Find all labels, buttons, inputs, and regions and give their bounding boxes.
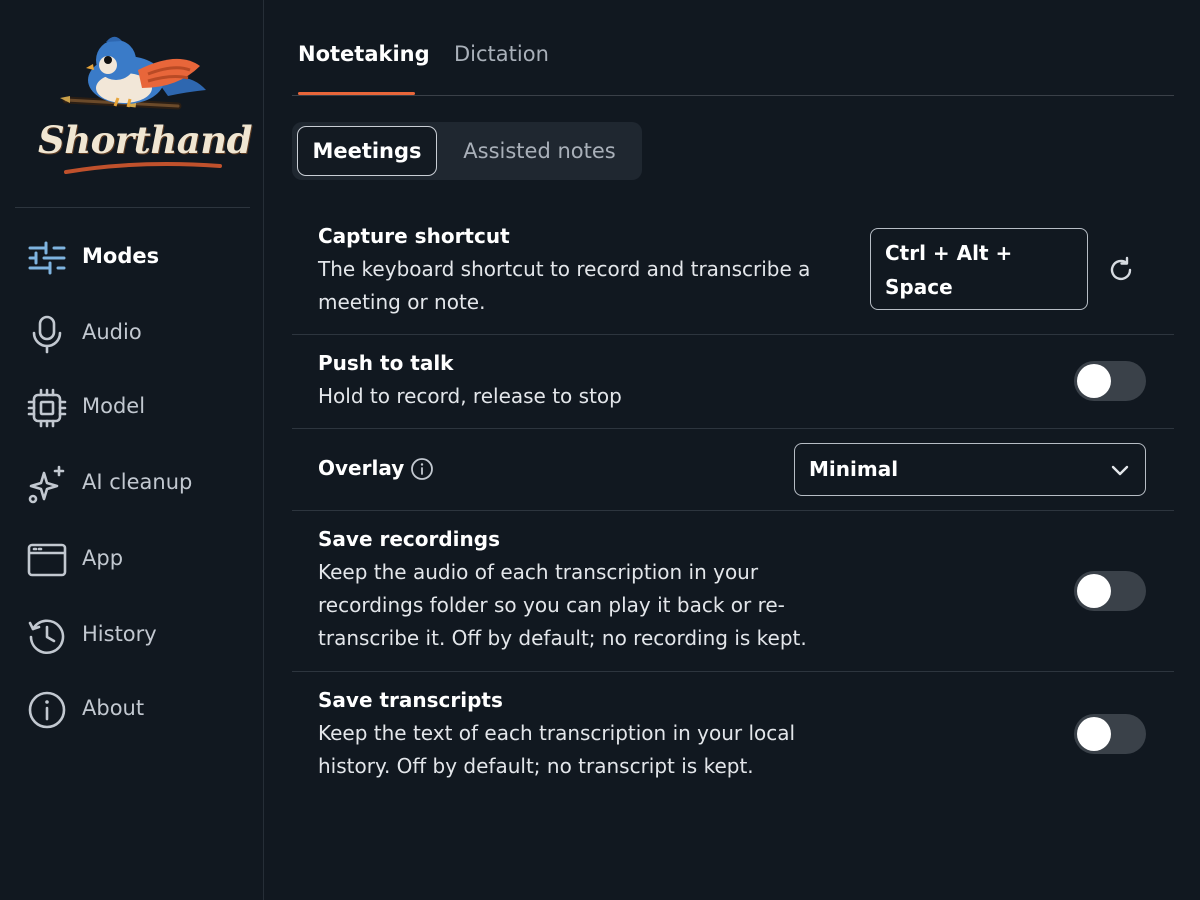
history-icon [28, 619, 65, 654]
app-name: Shorthand [38, 118, 253, 162]
bird-logo-icon [60, 36, 206, 110]
setting-save-transcripts: Save transcripts Keep the text of each t… [292, 672, 1174, 792]
microphone-icon [32, 315, 62, 354]
description-line: recordings folder so you can play it bac… [318, 593, 785, 617]
mode-tabs: Notetaking Dictation [292, 0, 1174, 96]
sliders-icon [28, 241, 66, 275]
setting-description: Keep the text of each transcription in y… [318, 717, 795, 783]
window-icon [27, 543, 67, 577]
tab-dictation[interactable]: Dictation [454, 42, 549, 66]
tab-notetaking[interactable]: Notetaking [298, 42, 430, 66]
setting-title: Save recordings [318, 527, 500, 551]
save-recordings-toggle[interactable] [1074, 571, 1146, 611]
setting-description: Hold to record, release to stop [318, 384, 622, 408]
sidebar-item-app[interactable]: App [0, 532, 263, 584]
toggle-knob [1077, 364, 1111, 398]
sidebar-item-ai-cleanup[interactable]: AI cleanup [0, 456, 263, 508]
description-line: meeting or note. [318, 290, 486, 314]
description-line: history. Off by default; no transcript i… [318, 754, 754, 778]
description-line: The keyboard shortcut to record and tran… [318, 257, 811, 281]
segment-meetings[interactable]: Meetings [297, 126, 437, 176]
app-logo: Shorthand [38, 30, 253, 182]
sidebar-item-history[interactable]: History [0, 608, 263, 660]
toggle-knob [1077, 717, 1111, 751]
segment-assisted-notes[interactable]: Assisted notes [442, 126, 637, 176]
sidebar: Shorthand Modes Audio Model AI cleanup A… [0, 0, 264, 900]
info-icon [28, 691, 66, 729]
sidebar-item-label: Modes [82, 244, 160, 268]
chevron-down-icon [1111, 465, 1129, 476]
overlay-select[interactable]: Minimal [794, 443, 1146, 496]
toggle-knob [1077, 574, 1111, 608]
setting-push-to-talk: Push to talk Hold to record, release to … [292, 335, 1174, 429]
setting-title: Overlay [318, 456, 405, 480]
sidebar-item-label: Model [82, 394, 146, 418]
main-content: Notetaking Dictation Meetings Assisted n… [292, 0, 1174, 900]
setting-save-recordings: Save recordings Keep the audio of each t… [292, 511, 1174, 672]
reset-icon[interactable] [1106, 255, 1136, 285]
sidebar-item-audio[interactable]: Audio [0, 306, 263, 358]
sidebar-item-label: AI cleanup [82, 470, 193, 494]
submode-segmented-control: Meetings Assisted notes [292, 122, 642, 180]
push-to-talk-toggle[interactable] [1074, 361, 1146, 401]
sidebar-item-modes[interactable]: Modes [0, 230, 263, 282]
chip-icon [27, 388, 67, 428]
description-line: transcribe it. Off by default; no record… [318, 626, 807, 650]
sidebar-divider [15, 207, 250, 208]
description-line: Keep the audio of each transcription in … [318, 560, 759, 584]
shortcut-value-line: Space [885, 275, 953, 299]
logo-swash [64, 162, 222, 174]
setting-title: Capture shortcut [318, 224, 510, 248]
settings-window: Shorthand Modes Audio Model AI cleanup A… [0, 0, 1200, 900]
sidebar-item-model[interactable]: Model [0, 380, 263, 432]
setting-title: Push to talk [318, 351, 454, 375]
sidebar-item-label: About [82, 696, 145, 720]
setting-title: Save transcripts [318, 688, 503, 712]
overlay-selected-value: Minimal [809, 457, 899, 481]
sidebar-item-label: App [82, 546, 124, 570]
active-tab-indicator [298, 92, 415, 95]
overlay-info-icon[interactable] [410, 457, 434, 481]
sparkle-icon [28, 465, 65, 504]
save-transcripts-toggle[interactable] [1074, 714, 1146, 754]
sidebar-item-label: History [82, 622, 157, 646]
setting-description: The keyboard shortcut to record and tran… [318, 253, 810, 319]
description-line: Keep the text of each transcription in y… [318, 721, 796, 745]
setting-description: Keep the audio of each transcription in … [318, 556, 807, 655]
shortcut-input[interactable]: Ctrl + Alt + Space [870, 228, 1088, 310]
sidebar-item-about[interactable]: About [0, 682, 263, 734]
shortcut-value-line: Ctrl + Alt + [885, 241, 1013, 265]
sidebar-item-label: Audio [82, 320, 142, 344]
